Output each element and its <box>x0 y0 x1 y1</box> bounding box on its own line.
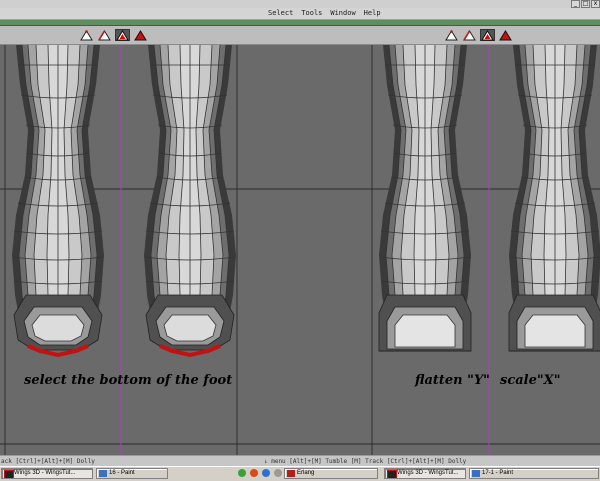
selection-mode-toolbar <box>0 26 600 45</box>
edge-mode-icon[interactable] <box>462 29 477 41</box>
face-mode-icon[interactable] <box>115 29 130 41</box>
caption-flatten: flatten "Y" <box>415 373 490 388</box>
edge-mode-icon[interactable] <box>97 29 112 41</box>
erlang-icon <box>287 470 295 477</box>
body-mode-icon[interactable] <box>133 29 148 41</box>
quicklaunch-icon[interactable] <box>262 469 270 477</box>
caption-select: select the bottom of the foot <box>24 373 233 388</box>
caption-scale: scale"X" <box>500 373 561 388</box>
task-paint-16[interactable]: 16 - Paint <box>96 468 168 479</box>
leg-model-2 <box>143 45 237 357</box>
3d-viewport[interactable]: select the bottom of the foot flatten "Y… <box>0 45 600 455</box>
maximize-button[interactable]: □ <box>581 0 590 8</box>
title-strip <box>0 0 600 8</box>
quicklaunch-icon[interactable] <box>238 469 246 477</box>
geometry-title-bar <box>0 19 600 26</box>
wings3d-icon <box>387 470 397 478</box>
minimize-button[interactable]: _ <box>571 0 580 8</box>
viewport-scene <box>0 45 600 455</box>
paint-icon <box>472 470 480 477</box>
menu-select[interactable]: Select <box>268 9 293 17</box>
menu-tools[interactable]: Tools <box>301 9 322 17</box>
vertex-mode-icon[interactable] <box>444 29 459 41</box>
face-mode-icon[interactable] <box>480 29 495 41</box>
window-controls: _ □ x <box>571 0 600 8</box>
task-wings3d-2[interactable]: Wings 3D - WingsTut... <box>384 468 466 479</box>
toolbar-group-left <box>79 29 148 41</box>
close-button[interactable]: x <box>591 0 600 8</box>
menu-help[interactable]: Help <box>364 9 381 17</box>
leg-model-1 <box>11 45 105 357</box>
quicklaunch-icon[interactable] <box>274 469 282 477</box>
wings3d-icon <box>4 470 14 478</box>
status-hint-right: ↓ menu [Alt]+[M] Tumble [M] Track [Ctrl]… <box>264 458 467 465</box>
quicklaunch-icon[interactable] <box>250 469 258 477</box>
menu-window[interactable]: Window <box>330 9 355 17</box>
body-mode-icon[interactable] <box>498 29 513 41</box>
status-hint-left: ack [Ctrl]+[Alt]+[M] Dolly <box>1 458 95 465</box>
task-paint-17[interactable]: 17-1 - Paint <box>469 468 599 479</box>
vertex-mode-icon[interactable] <box>79 29 94 41</box>
task-erlang[interactable]: Erlang <box>284 468 378 479</box>
leg-model-3 <box>378 45 472 352</box>
toolbar-group-right <box>444 29 513 41</box>
windows-taskbar: Wings 3D - WingsTut... 16 - Paint Erlang… <box>0 466 600 481</box>
task-wings3d-1[interactable]: Wings 3D - WingsTut... <box>1 468 93 479</box>
paint-icon <box>99 470 107 477</box>
leg-model-4 <box>508 45 600 352</box>
